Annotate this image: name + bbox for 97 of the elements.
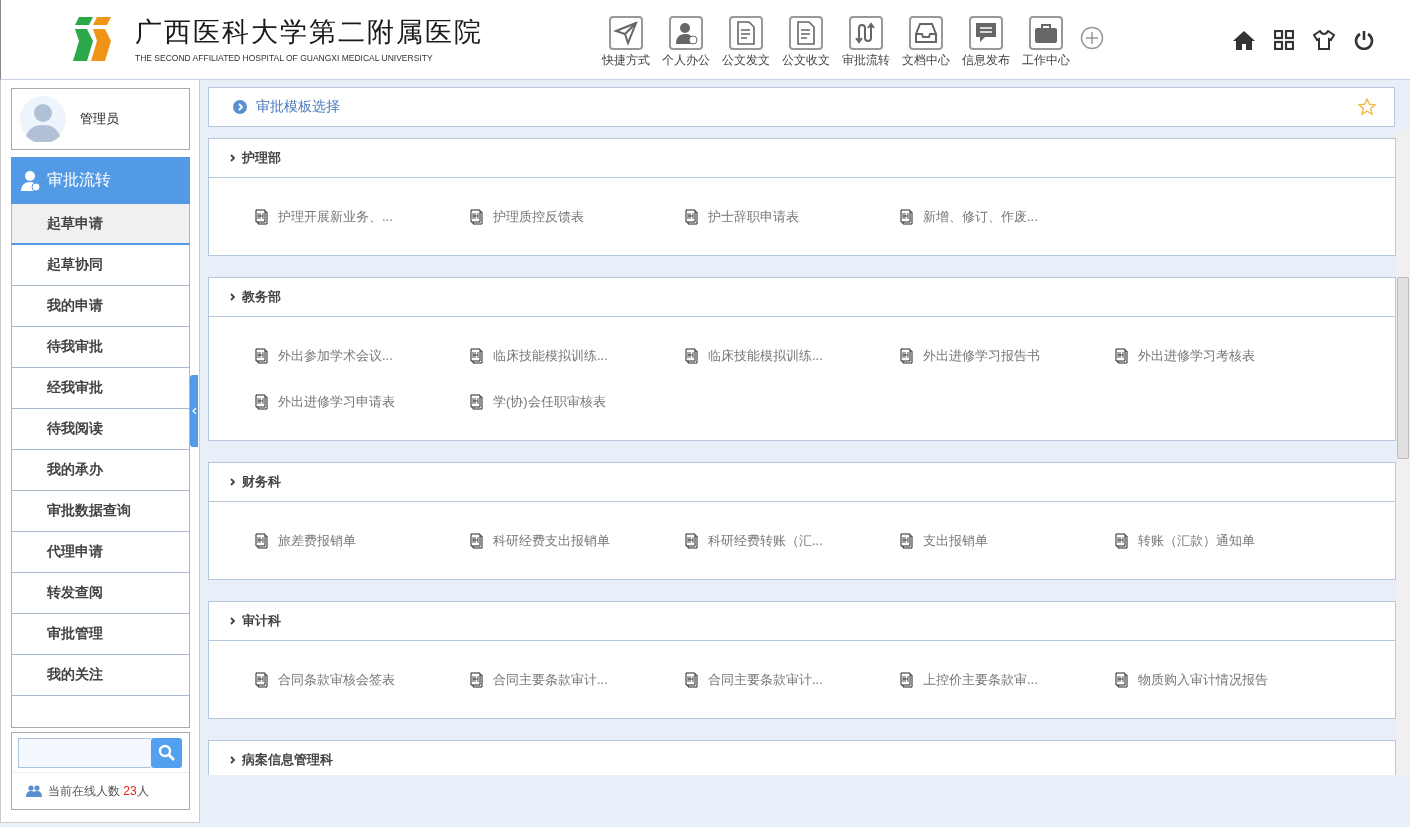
menu-item[interactable]: 我的申请 xyxy=(11,286,190,327)
template-link[interactable]: 合同条款审核会签表 xyxy=(254,657,469,703)
person-icon xyxy=(673,20,699,46)
form-document-icon xyxy=(899,533,915,549)
template-link[interactable]: 外出参加学术会议... xyxy=(254,333,469,379)
menu-item[interactable]: 起草协同 xyxy=(11,245,190,286)
search-field[interactable] xyxy=(18,738,151,768)
menu-item[interactable]: 待我阅读 xyxy=(11,409,190,450)
form-document-icon xyxy=(254,209,270,225)
category-title: 教务部 xyxy=(242,288,281,306)
nav-item[interactable]: 公文发文 xyxy=(718,16,774,69)
form-document-icon xyxy=(469,394,485,410)
form-document-icon xyxy=(469,672,485,688)
chevron-right-icon xyxy=(230,293,236,301)
template-link[interactable]: 新增、修订、作废... xyxy=(899,194,1114,240)
nav-item[interactable]: 审批流转 xyxy=(838,16,894,69)
template-link[interactable]: 转账（汇款）通知单 xyxy=(1114,518,1329,564)
form-document-icon xyxy=(254,394,270,410)
menu-item[interactable]: 经我审批 xyxy=(11,368,190,409)
chevron-circle-icon xyxy=(233,100,247,114)
form-document-icon xyxy=(254,348,270,364)
chevron-right-icon xyxy=(230,756,236,764)
form-document-icon xyxy=(1114,672,1130,688)
category-title: 财务科 xyxy=(242,473,281,491)
nav-item[interactable]: 快捷方式 xyxy=(598,16,654,69)
template-link[interactable]: 护士辞职申请表 xyxy=(684,194,899,240)
star-icon[interactable] xyxy=(1358,98,1376,116)
search-button[interactable] xyxy=(151,738,182,768)
chevron-right-icon xyxy=(230,478,236,486)
scrollbar[interactable] xyxy=(1396,130,1410,775)
template-link[interactable]: 合同主要条款审计... xyxy=(469,657,684,703)
nav-item[interactable]: 文档中心 xyxy=(898,16,954,69)
form-document-icon xyxy=(469,533,485,549)
form-document-icon xyxy=(684,533,700,549)
menu-item[interactable]: 我的承办 xyxy=(11,450,190,491)
avatar-icon xyxy=(20,96,66,142)
form-document-icon xyxy=(469,209,485,225)
template-link[interactable]: 上控价主要条款审... xyxy=(899,657,1114,703)
users-icon xyxy=(26,785,42,797)
template-link[interactable]: 外出进修学习申请表 xyxy=(254,379,469,425)
template-link[interactable]: 科研经费支出报销单 xyxy=(469,518,684,564)
template-link[interactable]: 科研经费转账（汇... xyxy=(684,518,899,564)
nav-item[interactable]: 个人办公 xyxy=(658,16,714,69)
category-title: 审计科 xyxy=(242,612,281,630)
nav-item[interactable]: 公文收文 xyxy=(778,16,834,69)
search-icon xyxy=(157,744,176,762)
form-document-icon xyxy=(684,672,700,688)
form-document-icon xyxy=(899,672,915,688)
category-title: 护理部 xyxy=(242,149,281,167)
menu-item[interactable]: 起草申请 xyxy=(11,204,190,245)
menu-item[interactable]: 审批管理 xyxy=(11,614,190,655)
user-name: 管理员 xyxy=(80,110,119,128)
template-link[interactable]: 旅差费报销单 xyxy=(254,518,469,564)
template-link[interactable]: 物质购入审计情况报告 xyxy=(1114,657,1329,703)
menu-item[interactable]: 代理申请 xyxy=(11,532,190,573)
hospital-name: 广西医科大学第二附属医院 xyxy=(135,16,483,47)
template-link[interactable]: 临床技能模拟训练... xyxy=(469,333,684,379)
form-document-icon xyxy=(254,533,270,549)
template-link[interactable]: 临床技能模拟训练... xyxy=(684,333,899,379)
form-document-icon xyxy=(684,348,700,364)
grid-icon[interactable] xyxy=(1274,29,1294,50)
template-link[interactable]: 合同主要条款审计... xyxy=(684,657,899,703)
form-document-icon xyxy=(1114,348,1130,364)
page-title: 审批模板选择 xyxy=(256,98,340,116)
caret-left-icon xyxy=(191,407,197,415)
template-link[interactable]: 护理质控反馈表 xyxy=(469,194,684,240)
add-circle-icon[interactable] xyxy=(1080,26,1104,50)
user-gear-icon xyxy=(21,169,41,192)
chevron-right-icon xyxy=(230,154,236,162)
menu-item[interactable]: 待我审批 xyxy=(11,327,190,368)
form-document-icon xyxy=(899,209,915,225)
template-link[interactable]: 外出进修学习报告书 xyxy=(899,333,1114,379)
home-icon[interactable] xyxy=(1233,29,1255,50)
form-document-icon xyxy=(469,348,485,364)
menu-item[interactable]: 我的关注 xyxy=(11,655,190,696)
collapse-handle[interactable] xyxy=(190,375,198,447)
shirt-icon[interactable] xyxy=(1313,29,1335,50)
menu-item[interactable]: 转发查阅 xyxy=(11,573,190,614)
template-link[interactable]: 学(协)会任职审核表 xyxy=(469,379,684,425)
template-link[interactable]: 支出报销单 xyxy=(899,518,1114,564)
form-document-icon xyxy=(1114,533,1130,549)
hospital-english-name: THE SECOND AFFILIATED HOSPITAL OF GUANGXI MEDICAL UNIVERSITY xyxy=(135,52,434,63)
menu-item[interactable]: 审批数据查询 xyxy=(11,491,190,532)
module-title: 审批流转 xyxy=(47,170,111,190)
form-document-icon xyxy=(254,672,270,688)
nav-item[interactable]: 工作中心 xyxy=(1018,16,1074,69)
template-link[interactable]: 护理开展新业务、... xyxy=(254,194,469,240)
chevron-right-icon xyxy=(230,617,236,625)
template-link[interactable]: 外出进修学习考核表 xyxy=(1114,333,1329,379)
nav-item[interactable]: 信息发布 xyxy=(958,16,1014,69)
category-title: 病案信息管理科 xyxy=(242,751,333,769)
form-document-icon xyxy=(899,348,915,364)
inbox-tray-icon xyxy=(913,20,939,46)
send-icon xyxy=(613,20,639,46)
power-icon[interactable] xyxy=(1354,29,1374,50)
form-document-icon xyxy=(684,209,700,225)
online-count-text: 当前在线人数 23人 xyxy=(48,782,149,800)
